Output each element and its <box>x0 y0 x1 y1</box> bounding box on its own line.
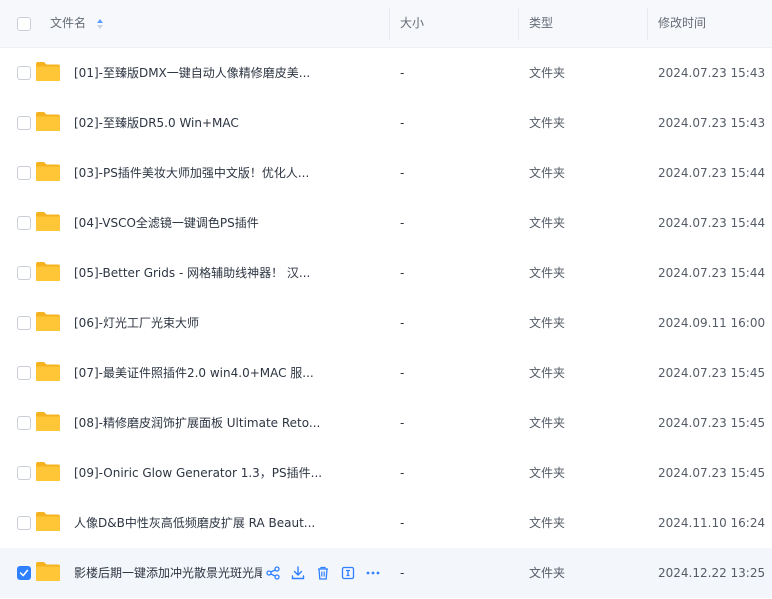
file-size: - <box>400 316 405 330</box>
file-name[interactable]: [08]-精修磨皮润饰扩展面板 Ultimate Reto... <box>74 398 320 448</box>
column-header-modified[interactable]: 修改时间 <box>658 0 706 47</box>
file-modified-time: 2024.07.23 15:44 <box>658 266 766 280</box>
row-actions <box>265 563 381 583</box>
file-modified-time: 2024.07.23 15:43 <box>658 66 766 80</box>
column-header-size[interactable]: 大小 <box>400 0 424 47</box>
file-type: 文件夹 <box>529 466 566 480</box>
file-row[interactable]: [06]-灯光工厂光束大师 - 文件夹 2024.09.11 16:00 <box>0 298 772 348</box>
file-type: 文件夹 <box>529 416 566 430</box>
file-size: - <box>400 366 405 380</box>
column-header-type[interactable]: 类型 <box>529 0 553 47</box>
file-name[interactable]: [07]-最美证件照插件2.0 win4.0+MAC 服... <box>74 348 314 398</box>
file-type: 文件夹 <box>529 316 566 330</box>
row-checkbox[interactable] <box>17 566 31 580</box>
file-name[interactable]: [02]-至臻版DR5.0 Win+MAC <box>74 98 239 148</box>
download-icon[interactable] <box>290 565 306 581</box>
file-size: - <box>400 166 405 180</box>
folder-icon <box>36 412 60 431</box>
file-size: - <box>400 266 405 280</box>
row-checkbox[interactable] <box>17 466 31 480</box>
trash-icon[interactable] <box>315 565 331 581</box>
file-size: - <box>400 66 405 80</box>
folder-icon <box>36 212 60 231</box>
file-name[interactable]: [03]-PS插件美妆大师加强中文版！优化人... <box>74 148 309 198</box>
file-row[interactable]: 影楼后期一键添加冲光散景光斑光尾 - 文件夹 2024.12.22 13:25 <box>0 548 772 598</box>
file-size: - <box>400 116 405 130</box>
file-modified-time: 2024.07.23 15:44 <box>658 166 766 180</box>
rename-icon[interactable] <box>340 565 356 581</box>
row-checkbox[interactable] <box>17 316 31 330</box>
file-row[interactable]: [07]-最美证件照插件2.0 win4.0+MAC 服... - 文件夹 2024.… <box>0 348 772 398</box>
folder-icon <box>36 112 60 131</box>
file-row[interactable]: [05]-Better Grids - 网格辅助线神器！ 汉... - 文件夹 202… <box>0 248 772 298</box>
row-checkbox[interactable] <box>17 366 31 380</box>
folder-icon <box>36 162 60 181</box>
file-modified-time: 2024.09.11 16:00 <box>658 316 766 330</box>
folder-icon <box>36 462 60 481</box>
file-row[interactable]: [03]-PS插件美妆大师加强中文版！优化人... - 文件夹 2024.07.23 … <box>0 148 772 198</box>
row-checkbox[interactable] <box>17 166 31 180</box>
row-checkbox[interactable] <box>17 416 31 430</box>
file-type: 文件夹 <box>529 366 566 380</box>
folder-icon <box>36 262 60 281</box>
file-list-header: 文件名 大小 类型 修改时间 <box>0 0 772 48</box>
file-modified-time: 2024.11.10 16:24 <box>658 516 766 530</box>
file-modified-time: 2024.07.23 15:45 <box>658 366 766 380</box>
file-row[interactable]: [09]-Oniric Glow Generator 1.3，PS插件... - 文… <box>0 448 772 498</box>
row-checkbox[interactable] <box>17 116 31 130</box>
file-row[interactable]: [01]-至臻版DMX一键自动人像精修磨皮美... - 文件夹 2024.07.23 … <box>0 48 772 98</box>
row-checkbox[interactable] <box>17 66 31 80</box>
file-size: - <box>400 216 405 230</box>
row-checkbox[interactable] <box>17 516 31 530</box>
file-modified-time: 2024.07.23 15:45 <box>658 416 766 430</box>
file-type: 文件夹 <box>529 216 566 230</box>
file-name[interactable]: [06]-灯光工厂光束大师 <box>74 298 199 348</box>
folder-icon <box>36 562 60 581</box>
file-row[interactable]: [08]-精修磨皮润饰扩展面板 Ultimate Reto... - 文件夹 2024… <box>0 398 772 448</box>
share-icon[interactable] <box>265 565 281 581</box>
file-size: - <box>400 516 405 530</box>
file-row[interactable]: 人像D&B中性灰高低频磨皮扩展 RA Beaut... - 文件夹 2024.11.1… <box>0 498 772 548</box>
file-name[interactable]: [05]-Better Grids - 网格辅助线神器！ 汉... <box>74 248 310 298</box>
file-name[interactable]: 影楼后期一键添加冲光散景光斑光尾 <box>74 548 262 598</box>
column-header-name[interactable]: 文件名 <box>50 0 86 47</box>
row-checkbox[interactable] <box>17 216 31 230</box>
column-separator[interactable] <box>647 8 648 40</box>
folder-icon <box>36 362 60 381</box>
file-modified-time: 2024.07.23 15:44 <box>658 216 766 230</box>
file-name[interactable]: [09]-Oniric Glow Generator 1.3，PS插件... <box>74 448 322 498</box>
folder-icon <box>36 312 60 331</box>
file-name[interactable]: 人像D&B中性灰高低频磨皮扩展 RA Beaut... <box>74 498 315 548</box>
file-modified-time: 2024.07.23 15:43 <box>658 116 766 130</box>
file-modified-time: 2024.12.22 13:25 <box>658 566 766 580</box>
folder-icon <box>36 512 60 531</box>
column-separator[interactable] <box>518 8 519 40</box>
file-type: 文件夹 <box>529 516 566 530</box>
folder-icon <box>36 62 60 81</box>
file-list: 文件名 大小 类型 修改时间 [01]-至臻版DMX一键自动人像精修磨皮美...… <box>0 0 772 599</box>
file-name[interactable]: [01]-至臻版DMX一键自动人像精修磨皮美... <box>74 48 310 98</box>
file-type: 文件夹 <box>529 266 566 280</box>
more-icon[interactable] <box>365 565 381 581</box>
file-size: - <box>400 466 405 480</box>
file-type: 文件夹 <box>529 66 566 80</box>
file-type: 文件夹 <box>529 166 566 180</box>
file-size: - <box>400 416 405 430</box>
row-checkbox[interactable] <box>17 266 31 280</box>
file-row[interactable]: [04]-VSCO全滤镜一键调色PS插件 - 文件夹 2024.07.23 15:44 <box>0 198 772 248</box>
file-size: - <box>400 566 405 580</box>
file-type: 文件夹 <box>529 566 566 580</box>
file-name[interactable]: [04]-VSCO全滤镜一键调色PS插件 <box>74 198 259 248</box>
file-type: 文件夹 <box>529 116 566 130</box>
file-row[interactable]: [02]-至臻版DR5.0 Win+MAC - 文件夹 2024.07.23 15:4… <box>0 98 772 148</box>
column-separator[interactable] <box>389 8 390 40</box>
file-modified-time: 2024.07.23 15:45 <box>658 466 766 480</box>
check-icon <box>19 569 29 577</box>
select-all-checkbox[interactable] <box>17 17 31 31</box>
sort-icon[interactable] <box>96 18 104 30</box>
